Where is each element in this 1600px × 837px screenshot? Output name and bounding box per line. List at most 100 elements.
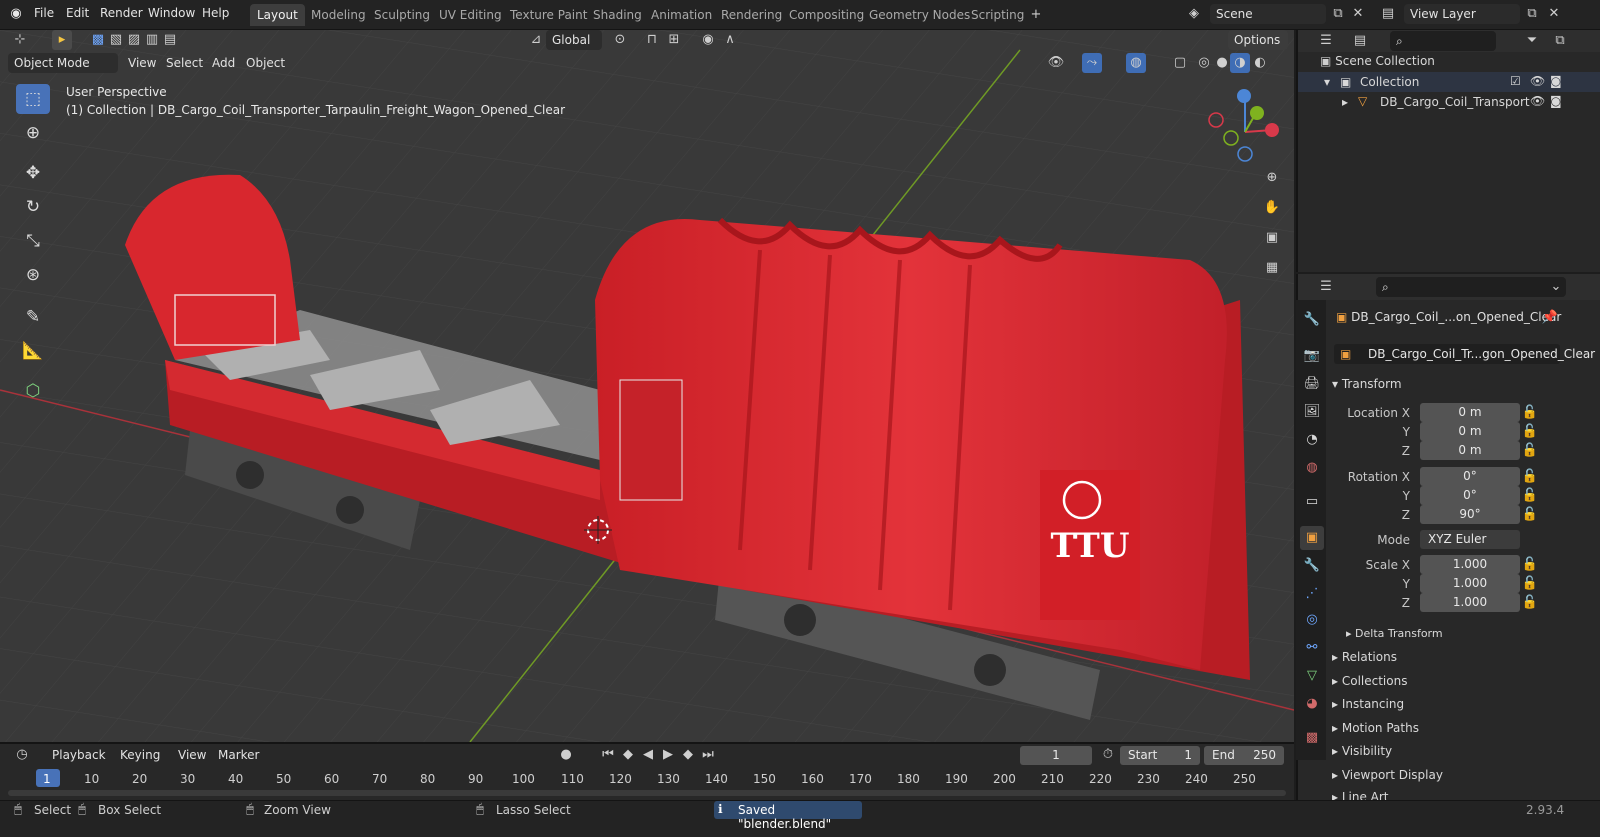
collection-camera-icon[interactable]: ◙ <box>1550 74 1562 88</box>
scale-tool-icon[interactable]: ⤡ <box>16 226 50 256</box>
menu-window[interactable]: Window <box>148 6 195 20</box>
object-tab-icon[interactable]: ▣ <box>1300 526 1324 550</box>
select-tool-icon[interactable]: ▸ <box>52 30 72 50</box>
camera-view-icon[interactable]: ▣ <box>1262 228 1282 248</box>
display-mode-icon[interactable]: ▤ <box>1350 31 1370 51</box>
lock-rotation-z-icon[interactable]: 🔓 <box>1520 505 1540 525</box>
prev-keyframe-icon[interactable]: ◆ <box>618 745 638 765</box>
menu-edit[interactable]: Edit <box>66 6 89 20</box>
viewport-menu-object[interactable]: Object <box>240 53 291 73</box>
menu-file[interactable]: File <box>34 6 54 20</box>
collection-tab-icon[interactable]: ▭ <box>1300 490 1324 514</box>
properties-search-input[interactable]: ⌕ <box>1376 277 1566 297</box>
transform-tool-icon[interactable]: ⊛ <box>16 260 50 290</box>
lock-location-z-icon[interactable]: 🔓 <box>1520 441 1540 461</box>
play-reverse-icon[interactable]: ◀ <box>638 745 658 765</box>
viewport-menu-view[interactable]: View <box>122 53 162 73</box>
pin-icon[interactable]: 📌 <box>1540 308 1560 328</box>
new-collection-icon[interactable]: ⧉ <box>1550 31 1570 51</box>
3d-viewport[interactable]: TTU User Perspective (1) Collection | DB… <box>0 30 1294 742</box>
snap-toggle-icon[interactable]: ⊓ <box>642 30 662 50</box>
lock-location-x-icon[interactable]: 🔓 <box>1520 403 1540 423</box>
view-layer-tab-icon[interactable]: 🖼 <box>1300 400 1324 424</box>
ortho-toggle-icon[interactable]: ▦ <box>1262 258 1282 278</box>
tool-tab-icon[interactable]: 🔧 <box>1300 308 1324 332</box>
object-camera-icon[interactable]: ◙ <box>1550 94 1562 108</box>
current-frame-field[interactable]: 1 <box>1020 746 1092 765</box>
delete-scene-icon[interactable]: ✕ <box>1348 4 1368 24</box>
location-y-field[interactable]: 0 m <box>1420 422 1520 441</box>
end-frame-field[interactable]: End 250 <box>1204 746 1284 765</box>
options-dropdown[interactable]: Options <box>1228 30 1288 50</box>
snap-target-icon[interactable]: ⊞ <box>664 30 684 50</box>
collection-expand-icon[interactable]: ▾ <box>1324 75 1330 89</box>
lock-location-y-icon[interactable]: 🔓 <box>1520 422 1540 442</box>
modifier-tab-icon[interactable]: 🔧 <box>1300 554 1324 578</box>
record-icon[interactable]: ● <box>556 745 576 765</box>
physics-tab-icon[interactable]: ◎ <box>1300 608 1324 632</box>
rotation-z-field[interactable]: 90° <box>1420 505 1520 524</box>
pivot-point-icon[interactable]: ⊙ <box>610 30 630 50</box>
tab-compositing[interactable]: Compositing <box>782 4 871 26</box>
outliner-editor-icon[interactable]: ☰ <box>1316 31 1336 51</box>
data-tab-icon[interactable]: ▽ <box>1300 664 1324 688</box>
material-tab-icon[interactable]: ◕ <box>1300 692 1324 716</box>
viewport-menu-add[interactable]: Add <box>206 53 241 73</box>
lock-rotation-y-icon[interactable]: 🔓 <box>1520 486 1540 506</box>
relations-panel[interactable]: ▸ Relations <box>1332 650 1397 664</box>
timeline-menu-view[interactable]: View <box>172 745 212 765</box>
render-tab-icon[interactable]: 📷 <box>1300 344 1324 368</box>
object-mode-dropdown[interactable]: Object Mode <box>8 53 118 73</box>
clock-icon[interactable]: ⏱ <box>1098 745 1118 765</box>
view-layer-field[interactable]: View Layer <box>1404 4 1520 24</box>
menu-help[interactable]: Help <box>202 6 229 20</box>
filter-icon[interactable]: ⏷ <box>1522 31 1542 51</box>
start-frame-field[interactable]: Start 1 <box>1120 746 1200 765</box>
select-mode-new-icon[interactable]: ▩ <box>88 30 108 50</box>
scene-name-field[interactable]: Scene <box>1210 4 1326 24</box>
menu-render[interactable]: Render <box>100 6 143 20</box>
select-mode-invert-icon[interactable]: ▥ <box>142 30 162 50</box>
motion-paths-panel[interactable]: ▸ Motion Paths <box>1332 721 1419 735</box>
pan-hand-icon[interactable]: ✋ <box>1262 198 1282 218</box>
solid-shading-icon[interactable]: ● <box>1212 53 1232 73</box>
scale-y-field[interactable]: 1.000 <box>1420 574 1520 593</box>
overlay-toggle-icon[interactable]: ◍ <box>1126 53 1146 73</box>
properties-options-icon[interactable]: ⌄ <box>1546 277 1566 297</box>
output-tab-icon[interactable]: 🖨 <box>1300 372 1324 396</box>
location-z-field[interactable]: 0 m <box>1420 441 1520 460</box>
lock-scale-z-icon[interactable]: 🔓 <box>1520 593 1540 613</box>
tab-geometry-nodes[interactable]: Geometry Nodes <box>862 4 977 26</box>
scene-tab-icon[interactable]: ◔ <box>1300 428 1324 452</box>
zoom-icon[interactable]: ⊕ <box>1262 168 1282 188</box>
rotation-mode-dropdown[interactable]: XYZ Euler <box>1420 530 1520 549</box>
timeline-scrollbar[interactable] <box>8 790 1286 796</box>
next-keyframe-icon[interactable]: ◆ <box>678 745 698 765</box>
tab-shading[interactable]: Shading <box>586 4 649 26</box>
select-mode-intersect-icon[interactable]: ▤ <box>160 30 180 50</box>
tab-layout[interactable]: Layout <box>250 4 305 26</box>
outliner-row-scene-collection[interactable]: ▣ Scene Collection <box>1320 54 1435 68</box>
new-view-layer-icon[interactable]: ⧉ <box>1522 4 1542 24</box>
timeline-editor-icon[interactable]: ◷ <box>12 745 32 765</box>
saved-notification[interactable]: ℹ Saved "blender.blend" <box>714 801 862 831</box>
cursor-tool-icon[interactable]: ⊕ <box>16 118 50 148</box>
tab-sculpting[interactable]: Sculpting <box>367 4 437 26</box>
outliner-row-collection[interactable]: ▾ ▣ Collection ☑ 👁 ◙ <box>1298 72 1600 92</box>
rotation-y-field[interactable]: 0° <box>1420 486 1520 505</box>
scale-z-field[interactable]: 1.000 <box>1420 593 1520 612</box>
constraints-tab-icon[interactable]: ⚯ <box>1300 636 1324 660</box>
lock-rotation-x-icon[interactable]: 🔓 <box>1520 467 1540 487</box>
collection-eye-icon[interactable]: 👁 <box>1530 74 1545 88</box>
object-eye-icon[interactable]: 👁 <box>1530 94 1545 108</box>
visibility-eye-icon[interactable]: 👁 <box>1046 53 1066 73</box>
add-workspace-icon[interactable]: + <box>1026 5 1046 25</box>
annotate-tool-icon[interactable]: ✎ <box>16 302 50 332</box>
transform-panel-header[interactable]: ▾ Transform <box>1332 377 1402 391</box>
select-box-tool-icon[interactable]: ⬚ <box>16 84 50 114</box>
instancing-panel[interactable]: ▸ Instancing <box>1332 697 1404 711</box>
measure-tool-icon[interactable]: 📐 <box>16 336 50 366</box>
jump-end-icon[interactable]: ⏭ <box>698 745 718 765</box>
tab-animation[interactable]: Animation <box>644 4 719 26</box>
tab-rendering[interactable]: Rendering <box>714 4 789 26</box>
